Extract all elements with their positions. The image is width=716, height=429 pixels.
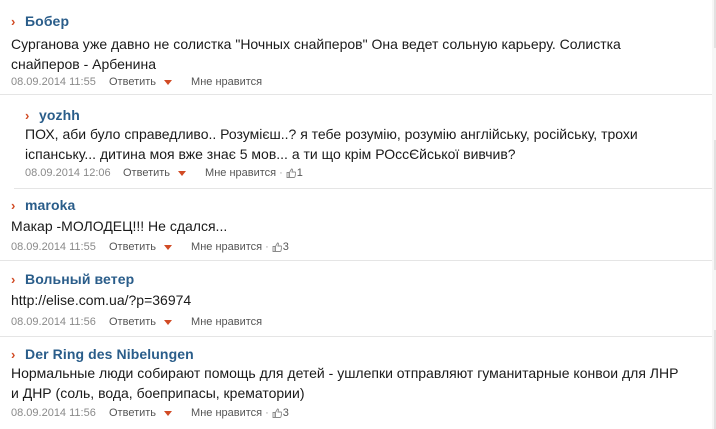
comment-author[interactable]: Der Ring des Nibelungen bbox=[25, 346, 194, 362]
like-button[interactable]: Мне нравится bbox=[191, 240, 262, 254]
comment-meta: 08.09.2014 12:06 Ответить Мне нравится ·… bbox=[25, 166, 303, 180]
arrow-right-icon: › bbox=[11, 197, 16, 213]
comment-item: › Вольный ветер http://elise.com.ua/?p=3… bbox=[0, 260, 712, 337]
comment-text-line: снайперов - Арбенина bbox=[11, 56, 156, 72]
like-count: 3 bbox=[282, 407, 289, 419]
separator-dot: · bbox=[279, 167, 283, 179]
comment-link[interactable]: http://elise.com.ua/?p=36974 bbox=[11, 290, 191, 310]
like-button[interactable]: Мне нравится bbox=[205, 166, 276, 180]
scrollbar[interactable] bbox=[712, 0, 716, 429]
comment-author[interactable]: Вольный ветер bbox=[25, 271, 134, 287]
comment-meta: 08.09.2014 11:56 Ответить Мне нравится bbox=[11, 315, 262, 329]
comment-text: Макар -МОЛОДЕЦ!!! Не сдался... bbox=[11, 216, 227, 236]
comment-text-line: іспанську... дитина моя вже знає 5 мов..… bbox=[25, 146, 516, 162]
comment-date: 08.09.2014 11:55 bbox=[11, 76, 96, 88]
comment-meta: 08.09.2014 11:56 Ответить Мне нравится ·… bbox=[11, 406, 289, 420]
separator-dot: · bbox=[265, 407, 269, 419]
like-count: 1 bbox=[296, 167, 303, 179]
comment-item: › Der Ring des Nibelungen Нормальные люд… bbox=[0, 336, 712, 429]
caret-down-icon[interactable] bbox=[164, 244, 173, 250]
comment-date: 08.09.2014 11:55 bbox=[11, 241, 96, 253]
comment-meta: 08.09.2014 11:55 Ответить Мне нравится bbox=[11, 75, 262, 89]
separator-dot: · bbox=[265, 241, 269, 253]
thumbs-up-icon bbox=[272, 408, 282, 418]
like-button[interactable]: Мне нравится bbox=[191, 315, 262, 329]
caret-down-icon[interactable] bbox=[164, 79, 173, 85]
comment-header: › Бобер bbox=[11, 12, 69, 30]
comment-author[interactable]: Бобер bbox=[25, 13, 69, 29]
comment-item: › maroka Макар -МОЛОДЕЦ!!! Не сдался... … bbox=[0, 188, 712, 261]
comment-date: 08.09.2014 11:56 bbox=[11, 316, 96, 328]
comment-text: Нормальные люди собирают помощь для дете… bbox=[11, 363, 678, 403]
comment-text-line: Макар -МОЛОДЕЦ!!! Не сдался... bbox=[11, 218, 228, 234]
comment-header: › Der Ring des Nibelungen bbox=[11, 345, 194, 363]
reply-button[interactable]: Ответить bbox=[109, 315, 156, 329]
caret-down-icon[interactable] bbox=[164, 319, 173, 325]
comment-date: 08.09.2014 12:06 bbox=[25, 167, 111, 179]
arrow-right-icon: › bbox=[11, 346, 16, 362]
caret-down-icon[interactable] bbox=[178, 170, 187, 176]
comment-text: Сурганова уже давно не солистка "Ночных … bbox=[11, 34, 621, 74]
reply-button[interactable]: Ответить bbox=[123, 166, 170, 180]
comment-header: › maroka bbox=[11, 196, 75, 214]
like-button[interactable]: Мне нравится bbox=[191, 406, 262, 420]
comment-text-line: ПОХ, аби було справедливо.. Розумієш..? … bbox=[25, 126, 638, 142]
arrow-right-icon: › bbox=[25, 107, 30, 123]
comment-item: › Бобер Сурганова уже давно не солистка … bbox=[0, 0, 712, 95]
comment-text-line: Нормальные люди собирают помощь для дете… bbox=[11, 365, 679, 381]
comment-text: ПОХ, аби було справедливо.. Розумієш..? … bbox=[25, 124, 638, 164]
thumbs-up-icon bbox=[286, 168, 296, 178]
like-button[interactable]: Мне нравится bbox=[191, 75, 262, 89]
reply-button[interactable]: Ответить bbox=[109, 240, 156, 254]
comment-header: › Вольный ветер bbox=[11, 270, 134, 288]
comment-author[interactable]: maroka bbox=[25, 197, 75, 213]
comment-text-line: и ДНР (соль, вода, боеприпасы, крематори… bbox=[11, 385, 305, 401]
comment-item-reply: › yozhh ПОХ, аби було справедливо.. Розу… bbox=[14, 94, 712, 189]
reply-button[interactable]: Ответить bbox=[109, 406, 156, 420]
arrow-right-icon: › bbox=[11, 271, 16, 287]
comment-author[interactable]: yozhh bbox=[39, 107, 80, 123]
comment-header: › yozhh bbox=[25, 106, 80, 124]
comment-meta: 08.09.2014 11:55 Ответить Мне нравится ·… bbox=[11, 240, 289, 254]
reply-button[interactable]: Ответить bbox=[109, 75, 156, 89]
caret-down-icon[interactable] bbox=[164, 410, 173, 416]
thumbs-up-icon bbox=[272, 242, 282, 252]
comment-text-line: Сурганова уже давно не солистка "Ночных … bbox=[11, 36, 621, 52]
arrow-right-icon: › bbox=[11, 13, 16, 29]
like-count: 3 bbox=[282, 241, 289, 253]
comment-date: 08.09.2014 11:56 bbox=[11, 407, 96, 419]
comment-text: http://elise.com.ua/?p=36974 bbox=[11, 290, 191, 310]
